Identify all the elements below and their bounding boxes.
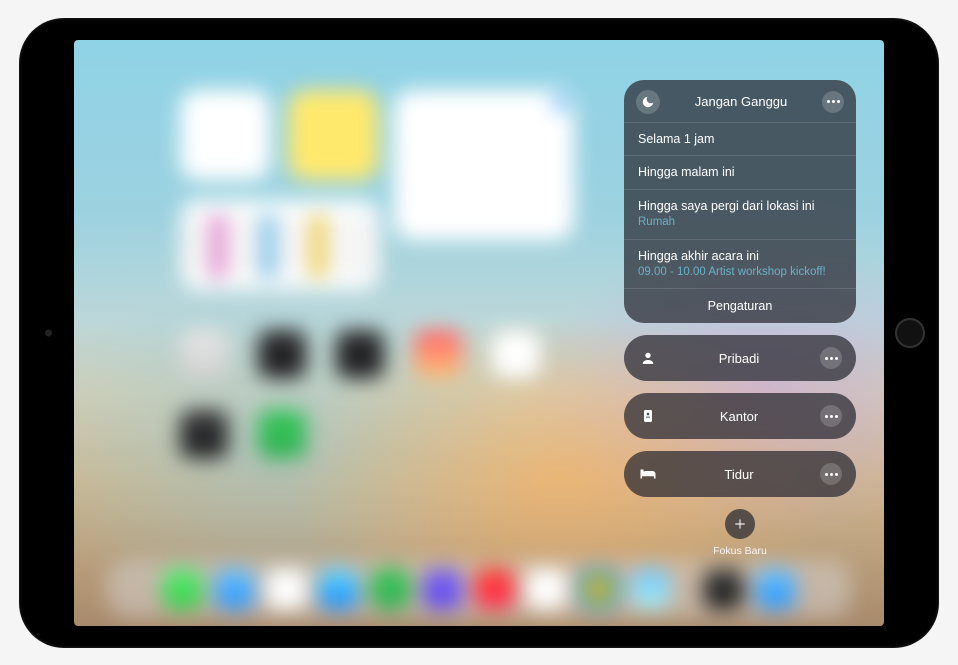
new-focus-label: Fokus Baru (713, 545, 767, 557)
widget-notes (288, 90, 378, 180)
home-button[interactable] (895, 318, 925, 348)
more-button[interactable] (820, 405, 842, 427)
ellipsis-icon (827, 100, 840, 103)
focus-panel: Jangan Ganggu Selama 1 jam Hingga malam … (624, 80, 856, 558)
bed-icon (638, 464, 658, 484)
option-label: Hingga malam ini (638, 164, 842, 181)
more-button[interactable] (822, 91, 844, 113)
dock-app-icon (756, 569, 796, 609)
dock-app-icon (475, 569, 515, 609)
focus-mode-kantor[interactable]: Kantor (624, 393, 856, 439)
badge-icon (638, 406, 658, 426)
widget-calendar (180, 200, 380, 290)
app-icon (180, 330, 228, 378)
widget-reminders (394, 90, 574, 240)
app-icon (180, 410, 228, 458)
duration-option-evening[interactable]: Hingga malam ini (624, 155, 856, 189)
dock-app-icon (423, 569, 463, 609)
option-sublabel: Rumah (638, 215, 842, 231)
ellipsis-icon (825, 415, 838, 418)
focus-mode-label: Kantor (668, 409, 810, 424)
screen: Jangan Ganggu Selama 1 jam Hingga malam … (74, 40, 884, 626)
ellipsis-icon (825, 357, 838, 360)
ipad-frame: Jangan Ganggu Selama 1 jam Hingga malam … (19, 18, 939, 648)
dock-app-icon (163, 569, 203, 609)
dock-app-icon (527, 569, 567, 609)
focus-mode-tidur[interactable]: Tidur (624, 451, 856, 497)
more-button[interactable] (820, 463, 842, 485)
option-label: Hingga akhir acara ini (638, 248, 842, 265)
do-not-disturb-card: Jangan Ganggu Selama 1 jam Hingga malam … (624, 80, 856, 324)
app-icon (258, 330, 306, 378)
dock-separator (687, 572, 688, 606)
duration-option-1h[interactable]: Selama 1 jam (624, 122, 856, 156)
focus-mode-label: Tidur (668, 467, 810, 482)
dock-app-icon (371, 569, 411, 609)
plus-icon (733, 517, 747, 531)
new-focus-group: Fokus Baru (624, 509, 856, 557)
option-sublabel: 09.00 - 10.00 Artist workshop kickoff! (638, 265, 842, 281)
dock-app-icon (319, 569, 359, 609)
dock-app-icon (579, 569, 619, 609)
option-label: Selama 1 jam (638, 131, 842, 148)
focus-mode-pribadi[interactable]: Pribadi (624, 335, 856, 381)
widget-clock (180, 90, 270, 180)
focus-active-header[interactable]: Jangan Ganggu (624, 80, 856, 122)
focus-mode-label: Pribadi (668, 351, 810, 366)
dock (106, 560, 851, 618)
focus-active-title: Jangan Ganggu (668, 94, 814, 109)
dock-app-icon (267, 569, 307, 609)
focus-settings-link[interactable]: Pengaturan (624, 288, 856, 323)
dock-app-icon (215, 569, 255, 609)
person-icon (638, 348, 658, 368)
new-focus-button[interactable] (725, 509, 755, 539)
ellipsis-icon (825, 473, 838, 476)
app-icon (336, 330, 384, 378)
dock-app-icon (631, 569, 671, 609)
app-icon (414, 330, 462, 378)
app-icon (258, 410, 306, 458)
duration-option-leave-location[interactable]: Hingga saya pergi dari lokasi ini Rumah (624, 189, 856, 238)
dock-app-icon (704, 569, 744, 609)
app-icon (492, 330, 540, 378)
front-camera (45, 329, 52, 336)
more-button[interactable] (820, 347, 842, 369)
moon-icon (636, 90, 660, 114)
option-label: Hingga saya pergi dari lokasi ini (638, 198, 842, 215)
duration-option-end-of-event[interactable]: Hingga akhir acara ini 09.00 - 10.00 Art… (624, 239, 856, 288)
